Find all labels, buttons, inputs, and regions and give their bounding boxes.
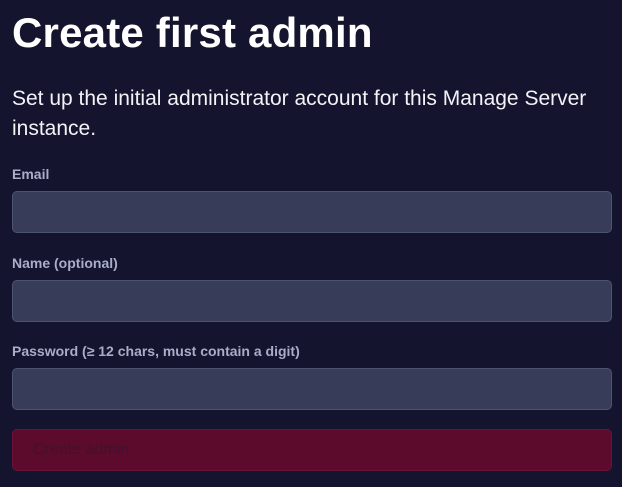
name-label: Name (optional) [12, 255, 118, 271]
password-label: Password (≥ 12 chars, must contain a dig… [12, 343, 300, 359]
page-subtitle: Set up the initial administrator account… [12, 87, 587, 140]
name-field-group: Name (optional) [12, 254, 612, 322]
email-label: Email [12, 166, 50, 182]
email-field-group: Email [12, 165, 612, 233]
password-input[interactable] [12, 368, 612, 410]
email-input[interactable] [12, 191, 612, 233]
name-input[interactable] [12, 280, 612, 322]
page-title: Create first admin [12, 9, 373, 56]
password-field-group: Password (≥ 12 chars, must contain a dig… [12, 342, 612, 410]
create-admin-button[interactable]: Create admin [12, 429, 612, 471]
